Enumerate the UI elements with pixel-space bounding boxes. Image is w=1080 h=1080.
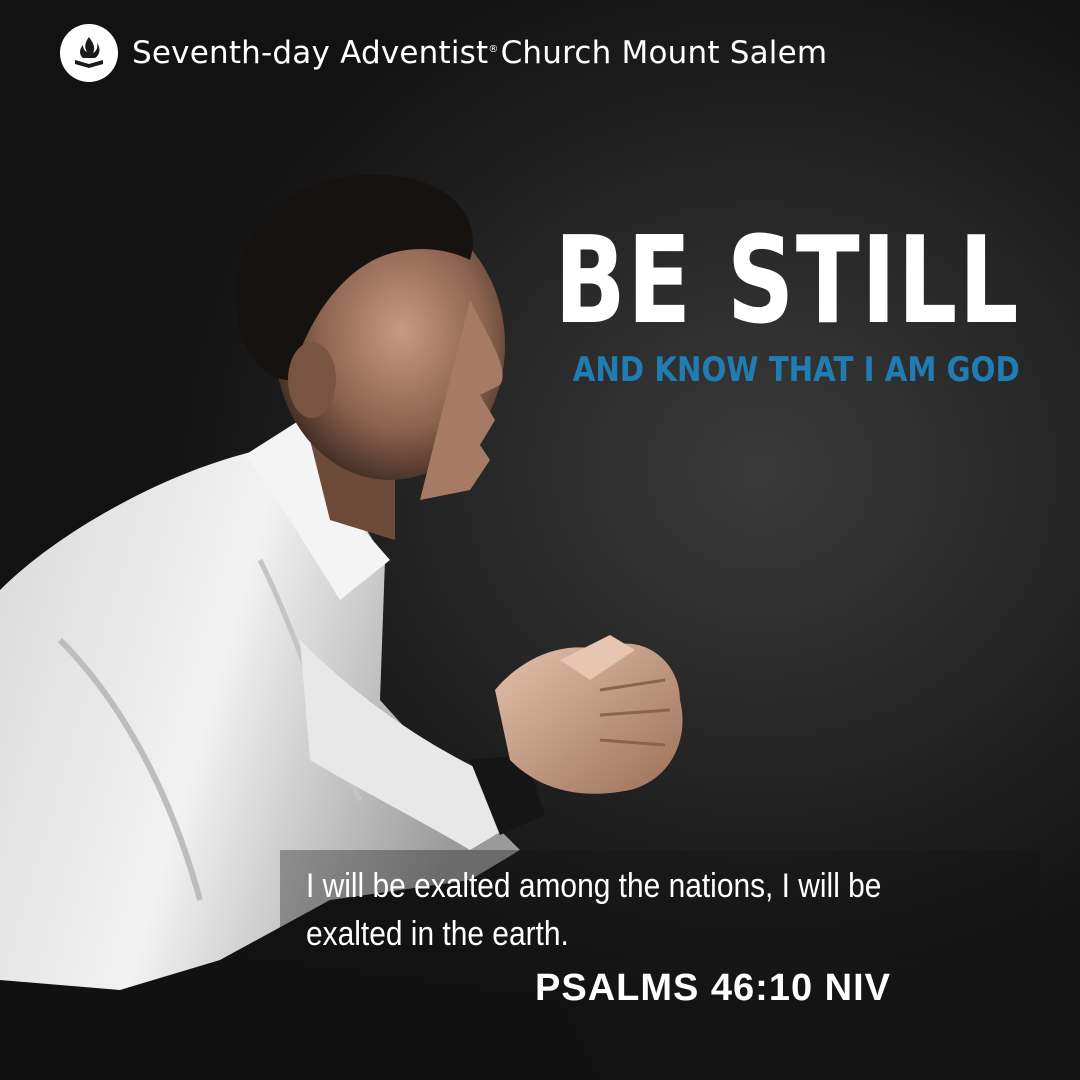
- headline-subtitle: AND KNOW THAT I AM GOD: [573, 350, 1020, 390]
- header: Seventh-day Adventist®Church Mount Salem: [60, 24, 827, 82]
- registered-mark: ®: [488, 43, 499, 55]
- church-name-part2: Church Mount Salem: [500, 35, 828, 71]
- church-name: Seventh-day Adventist®Church Mount Salem: [132, 35, 827, 71]
- headline-title: BE STILL: [554, 212, 1020, 351]
- flame-bible-icon: [75, 37, 103, 68]
- adventist-logo-icon: [60, 24, 118, 82]
- poster: Seventh-day Adventist®Church Mount Salem…: [0, 0, 1080, 1080]
- verse-reference: PSALMS 46:10 NIV: [535, 967, 891, 1009]
- church-name-part1: Seventh-day Adventist: [132, 35, 489, 71]
- verse-text: I will be exalted among the nations, I w…: [306, 867, 882, 953]
